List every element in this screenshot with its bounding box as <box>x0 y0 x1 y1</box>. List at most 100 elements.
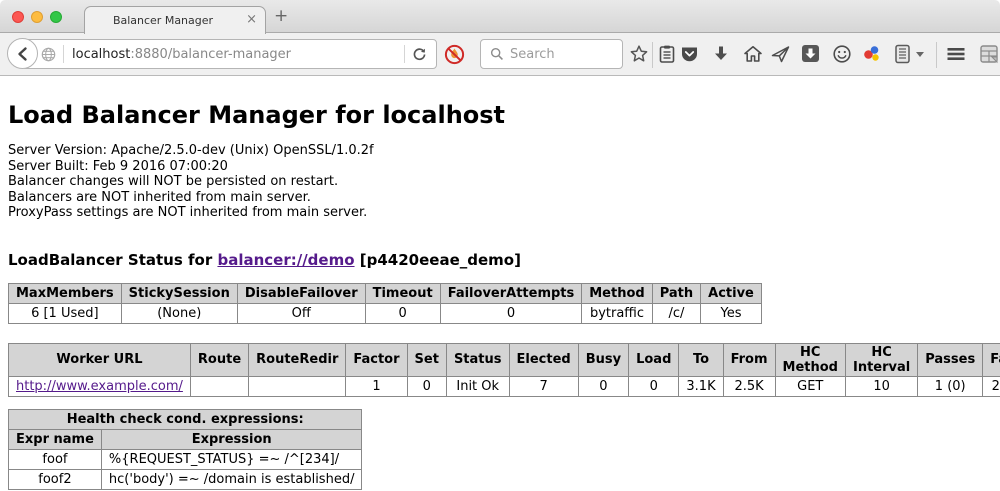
search-bar[interactable] <box>480 39 623 69</box>
col-expression: Expression <box>101 429 362 449</box>
col-timeout: Timeout <box>365 283 440 303</box>
server-built-line: Server Built: Feb 9 2016 07:00:20 <box>8 159 992 175</box>
reading-list-icon[interactable] <box>658 44 676 64</box>
device-list-icon[interactable] <box>894 44 911 64</box>
loadbalancer-status-heading: LoadBalancer Status for balancer://demo … <box>8 251 992 269</box>
balancer-settings-table: MaxMembers StickySession DisableFailover… <box>8 283 762 324</box>
inherit-notice-line: Balancers are NOT inherited from main se… <box>8 190 992 206</box>
table-header-row: Expr name Expression <box>9 429 362 449</box>
cell-path: /c/ <box>652 303 700 323</box>
worker-status-table: Worker URL Route RouteRedir Factor Set S… <box>8 343 1000 397</box>
browser-toolbar: localhost:8880/balancer-manager <box>0 33 1000 76</box>
page-title: Load Balancer Manager for localhost <box>8 76 992 129</box>
table-header-row: Worker URL Route RouteRedir Factor Set S… <box>9 343 1000 376</box>
status-prefix: LoadBalancer Status for <box>8 251 217 269</box>
cell-stickysession: (None) <box>121 303 237 323</box>
cell-maxmembers: 6 [1 Used] <box>9 303 122 323</box>
cell-failoverattempts: 0 <box>440 303 582 323</box>
table-row: foof %{REQUEST_STATUS} =~ /^[234]/ <box>9 449 362 469</box>
col-status: Status <box>446 343 509 376</box>
col-active: Active <box>701 283 762 303</box>
hc-table-title: Health check cond. expressions: <box>9 409 362 429</box>
cell-routeredir <box>249 376 346 396</box>
url-text[interactable]: localhost:8880/balancer-manager <box>72 47 404 62</box>
cell-elected: 7 <box>509 376 578 396</box>
table-row: 6 [1 Used] (None) Off 0 0 bytraffic /c/ … <box>9 303 762 323</box>
feedback-smiley-icon[interactable] <box>832 44 852 64</box>
cell-busy: 0 <box>578 376 628 396</box>
home-icon[interactable] <box>743 44 763 64</box>
cell-expr-name: foof2 <box>9 469 102 489</box>
tab-title: Balancer Manager <box>85 14 241 27</box>
flame-blocked-icon[interactable] <box>444 44 465 65</box>
col-hc-interval: HC Interval <box>845 343 917 376</box>
device-list-dropdown-caret[interactable] <box>916 52 924 57</box>
col-fails: Fails <box>983 343 1000 376</box>
url-host: localhost <box>72 47 130 62</box>
cell-expr-name: foof <box>9 449 102 469</box>
url-path: :8880/balancer-manager <box>130 47 291 62</box>
cell-method: bytraffic <box>582 303 652 323</box>
downloads-icon[interactable] <box>711 44 731 64</box>
pocket-icon[interactable] <box>679 44 700 64</box>
server-info: Server Version: Apache/2.5.0-dev (Unix) … <box>8 143 992 221</box>
cell-fails: 2 (0) <box>983 376 1000 396</box>
cell-timeout: 0 <box>365 303 440 323</box>
cell-set: 0 <box>407 376 446 396</box>
status-suffix: [p4420eeae_demo] <box>355 251 521 269</box>
cell-expression: %{REQUEST_STATUS} =~ /^[234]/ <box>101 449 362 469</box>
col-method: Method <box>582 283 652 303</box>
col-elected: Elected <box>509 343 578 376</box>
server-version-line: Server Version: Apache/2.5.0-dev (Unix) … <box>8 143 992 159</box>
url-bar[interactable]: localhost:8880/balancer-manager <box>22 39 437 69</box>
cell-to: 3.1K <box>679 376 723 396</box>
col-routeredir: RouteRedir <box>249 343 346 376</box>
col-failoverattempts: FailoverAttempts <box>440 283 582 303</box>
col-maxmembers: MaxMembers <box>9 283 122 303</box>
cell-disablefailover: Off <box>237 303 365 323</box>
back-button[interactable] <box>7 38 38 69</box>
tab-close-icon[interactable]: × <box>246 12 257 27</box>
table-row: http://www.example.com/ 1 0 Init Ok 7 0 … <box>9 376 1000 396</box>
cell-active: Yes <box>701 303 762 323</box>
back-arrow-icon <box>15 46 31 62</box>
balancer-manager-page: Load Balancer Manager for localhost Serv… <box>0 76 1000 491</box>
bookmark-star-icon[interactable] <box>629 44 649 64</box>
cell-worker-url: http://www.example.com/ <box>9 376 191 396</box>
cell-factor: 1 <box>346 376 407 396</box>
persist-notice-line: Balancer changes will NOT be persisted o… <box>8 174 992 190</box>
worker-url-link[interactable]: http://www.example.com/ <box>16 379 183 394</box>
window-minimize-button[interactable] <box>31 11 43 23</box>
search-input[interactable] <box>510 47 605 62</box>
tab-balancer-manager[interactable]: Balancer Manager × <box>84 6 266 34</box>
cell-expression: hc('body') =~ /domain is established/ <box>101 469 362 489</box>
col-expr-name: Expr name <box>9 429 102 449</box>
window-close-button[interactable] <box>12 11 24 23</box>
reload-button[interactable] <box>412 47 427 62</box>
table-header-row: MaxMembers StickySession DisableFailover… <box>9 283 762 303</box>
col-set: Set <box>407 343 446 376</box>
proxypass-notice-line: ProxyPass settings are NOT inherited fro… <box>8 205 992 221</box>
site-identity-globe-icon[interactable] <box>41 47 56 62</box>
col-disablefailover: DisableFailover <box>237 283 365 303</box>
colored-dots-icon[interactable] <box>862 44 882 64</box>
window-zoom-button[interactable] <box>50 11 62 23</box>
url-divider <box>404 45 405 63</box>
col-route: Route <box>190 343 248 376</box>
toolbar-separator <box>936 42 937 68</box>
health-check-expressions-table: Health check cond. expressions: Expr nam… <box>8 409 362 490</box>
cell-route <box>190 376 248 396</box>
send-tab-icon[interactable] <box>770 44 791 64</box>
new-tab-button[interactable]: + <box>274 6 288 26</box>
balancer-demo-link[interactable]: balancer://demo <box>217 251 354 269</box>
window-titlebar: Balancer Manager × + <box>0 0 1000 33</box>
col-passes: Passes <box>918 343 983 376</box>
toolbar-separator <box>652 42 653 68</box>
col-load: Load <box>629 343 679 376</box>
tab-preview-icon[interactable] <box>979 44 999 64</box>
save-to-device-icon[interactable] <box>801 44 820 63</box>
menu-hamburger-icon[interactable] <box>946 44 966 64</box>
url-divider <box>63 45 64 63</box>
col-hc-method: HC Method <box>775 343 845 376</box>
cell-passes: 1 (0) <box>918 376 983 396</box>
